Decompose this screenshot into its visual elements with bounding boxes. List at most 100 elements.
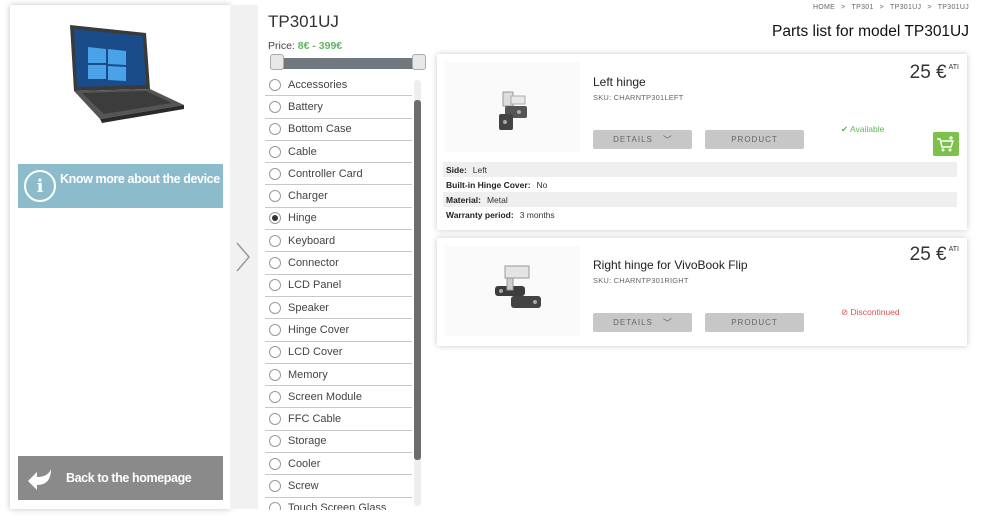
radio-button[interactable] bbox=[269, 346, 281, 359]
radio-button[interactable] bbox=[269, 323, 281, 336]
spec-value: Metal bbox=[486, 194, 508, 205]
category-item[interactable]: Cable bbox=[265, 141, 412, 164]
category-scrollbar-thumb[interactable] bbox=[414, 100, 421, 460]
category-item[interactable]: Storage bbox=[265, 431, 412, 454]
spec-row: Side: Left bbox=[443, 162, 957, 177]
category-item[interactable]: Hinge Cover bbox=[265, 319, 412, 342]
know-more-label: Know more about the device bbox=[60, 172, 220, 186]
price-slider-max-handle[interactable] bbox=[412, 54, 426, 70]
category-item[interactable]: Hinge bbox=[265, 208, 412, 231]
category-item[interactable]: Touch Screen Glass bbox=[265, 498, 412, 510]
breadcrumb: HOME > TP301 > TP301UJ > TP301UJ bbox=[813, 4, 969, 11]
page-root: i Know more about the device Back to the… bbox=[0, 0, 987, 517]
category-item[interactable]: Screen Module bbox=[265, 386, 412, 409]
radio-button[interactable] bbox=[269, 301, 281, 314]
spec-value: 3 months bbox=[519, 209, 555, 220]
device-panel: i Know more about the device Back to the… bbox=[10, 5, 230, 509]
category-label: LCD Panel bbox=[288, 279, 342, 292]
back-to-homepage-button[interactable]: Back to the homepage bbox=[18, 456, 223, 500]
spec-key: Built-in Hinge Cover: bbox=[446, 179, 531, 190]
breadcrumb-link[interactable]: TP301UJ bbox=[890, 4, 921, 11]
spec-row: Built-in Hinge Cover: No bbox=[443, 177, 957, 192]
category-label: Touch Screen Glass bbox=[288, 502, 387, 510]
radio-button[interactable] bbox=[269, 190, 281, 203]
category-item[interactable]: Cooler bbox=[265, 453, 412, 476]
part-title[interactable]: Right hinge for VivoBook Flip bbox=[593, 258, 748, 272]
category-item[interactable]: FFC Cable bbox=[265, 408, 412, 431]
radio-button[interactable] bbox=[269, 78, 281, 91]
radio-button[interactable] bbox=[269, 479, 281, 492]
breadcrumb-separator: > bbox=[841, 4, 846, 11]
chevron-right-icon[interactable] bbox=[232, 240, 252, 274]
radio-button[interactable] bbox=[269, 368, 281, 381]
category-item[interactable]: Memory bbox=[265, 364, 412, 387]
price-suffix: ATI bbox=[948, 64, 959, 71]
model-title: TP301UJ bbox=[268, 12, 339, 31]
radio-button[interactable] bbox=[269, 100, 281, 113]
price-filter-label: Price: 8€ - 399€ bbox=[268, 40, 342, 52]
category-item[interactable]: Bottom Case bbox=[265, 119, 412, 141]
part-sku: SKU: CHARNTP301RIGHT bbox=[593, 276, 689, 285]
radio-button[interactable] bbox=[269, 212, 281, 225]
page-title: Parts list for model TP301UJ bbox=[772, 23, 969, 40]
chevron-down-icon: ﹀ bbox=[662, 135, 672, 145]
spec-row: Material: Metal bbox=[443, 192, 957, 207]
details-button[interactable]: DETAILS ﹀ bbox=[593, 130, 692, 149]
category-item[interactable]: LCD Cover bbox=[265, 342, 412, 364]
price-slider-min-handle[interactable] bbox=[270, 54, 284, 70]
radio-button[interactable] bbox=[269, 279, 281, 292]
details-label: DETAILS bbox=[613, 135, 653, 144]
category-label: LCD Cover bbox=[288, 346, 343, 359]
category-label: FFC Cable bbox=[288, 413, 342, 426]
price-label: Price: bbox=[268, 40, 295, 52]
hinge-image bbox=[445, 62, 580, 152]
category-label: Controller Card bbox=[288, 167, 363, 180]
add-to-cart-button[interactable] bbox=[933, 132, 959, 156]
details-button[interactable]: DETAILS ﹀ bbox=[593, 313, 692, 332]
category-item[interactable]: Charger bbox=[265, 185, 412, 208]
category-label: Speaker bbox=[288, 301, 329, 314]
radio-button[interactable] bbox=[269, 390, 281, 403]
product-button[interactable]: PRODUCT bbox=[705, 130, 804, 149]
details-label: DETAILS bbox=[613, 318, 653, 327]
breadcrumb-link[interactable]: HOME bbox=[813, 4, 835, 11]
category-item[interactable]: Accessories bbox=[265, 74, 412, 97]
product-button[interactable]: PRODUCT bbox=[705, 313, 804, 332]
spec-row: Warranty period: 3 months bbox=[443, 207, 957, 222]
category-label: Hinge Cover bbox=[288, 323, 350, 336]
info-icon: i bbox=[24, 170, 56, 202]
part-price: 25 € ATI bbox=[910, 244, 959, 266]
radio-button[interactable] bbox=[269, 145, 281, 158]
spec-key: Side: bbox=[446, 164, 467, 175]
radio-button[interactable] bbox=[269, 234, 281, 247]
price-slider-track[interactable] bbox=[270, 58, 425, 69]
category-item[interactable]: Screw bbox=[265, 475, 412, 498]
part-title[interactable]: Left hinge bbox=[593, 75, 646, 89]
laptop-image bbox=[70, 25, 184, 123]
breadcrumb-link[interactable]: TP301UJ bbox=[938, 4, 969, 11]
category-label: Storage bbox=[288, 435, 327, 448]
category-label: Charger bbox=[288, 190, 328, 203]
spec-value: No bbox=[536, 179, 548, 190]
radio-button[interactable] bbox=[269, 457, 281, 470]
category-item[interactable]: Connector bbox=[265, 252, 412, 275]
category-item[interactable]: Speaker bbox=[265, 297, 412, 320]
category-item[interactable]: Keyboard bbox=[265, 230, 412, 253]
category-label: Memory bbox=[288, 368, 328, 381]
radio-button[interactable] bbox=[269, 123, 281, 136]
know-more-button[interactable]: i Know more about the device bbox=[18, 164, 223, 208]
radio-button[interactable] bbox=[269, 257, 281, 270]
radio-button[interactable] bbox=[269, 167, 281, 180]
category-label: Screw bbox=[288, 479, 319, 492]
category-item[interactable]: Controller Card bbox=[265, 163, 412, 186]
price-value: 25 € bbox=[909, 244, 947, 265]
breadcrumb-link[interactable]: TP301 bbox=[852, 4, 874, 11]
category-item[interactable]: Battery bbox=[265, 96, 412, 119]
spec-key: Material: bbox=[446, 194, 481, 205]
back-home-label: Back to the homepage bbox=[66, 471, 192, 485]
radio-button[interactable] bbox=[269, 435, 281, 448]
category-item[interactable]: LCD Panel bbox=[265, 275, 412, 297]
radio-button[interactable] bbox=[269, 502, 281, 510]
availability-status: ✔ Available bbox=[841, 124, 885, 134]
radio-button[interactable] bbox=[269, 413, 281, 426]
